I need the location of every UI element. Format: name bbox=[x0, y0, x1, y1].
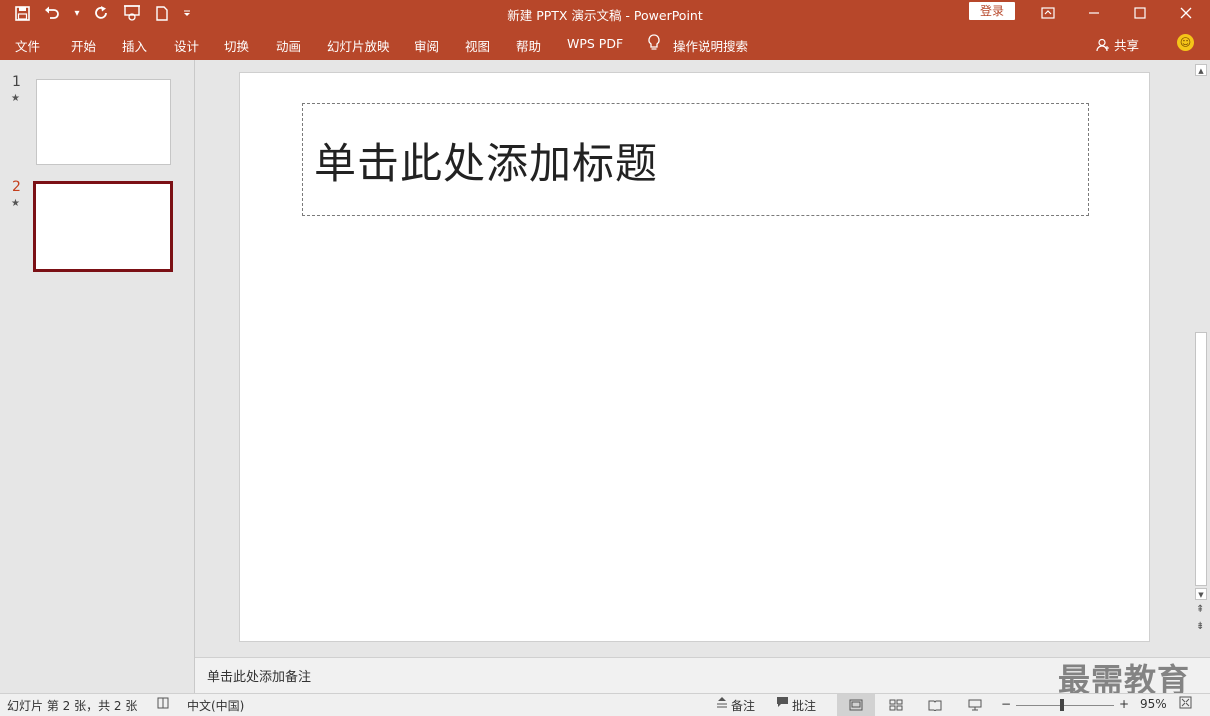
previous-slide-icon[interactable]: ⇞ bbox=[1196, 604, 1204, 615]
person-add-icon bbox=[1096, 38, 1109, 51]
title-placeholder-text: 单击此处添加标题 bbox=[314, 139, 659, 188]
status-bar: 幻灯片 第 2 张，共 2 张 中文(中国) 备注 批注 − + 95% bbox=[0, 693, 1210, 716]
ribbon-tab-bar: 文件 开始 插入 设计 切换 动画 幻灯片放映 审阅 视图 帮助 WPS PDF… bbox=[0, 26, 1210, 60]
title-placeholder[interactable]: 单击此处添加标题 bbox=[302, 103, 1089, 216]
reading-view-icon[interactable] bbox=[916, 694, 954, 716]
minimize-icon[interactable] bbox=[1071, 0, 1117, 26]
tab-animations[interactable]: 动画 bbox=[276, 36, 301, 55]
tab-insert[interactable]: 插入 bbox=[122, 36, 147, 55]
maximize-icon[interactable] bbox=[1117, 0, 1163, 26]
next-slide-icon[interactable]: ⇟ bbox=[1196, 621, 1204, 632]
slide-transition-star-icon: ★ bbox=[11, 198, 20, 209]
fit-to-window-icon[interactable] bbox=[1179, 696, 1192, 713]
slide-sorter-view-icon[interactable] bbox=[877, 694, 915, 716]
zoom-slider-handle[interactable] bbox=[1060, 699, 1064, 711]
spell-check-icon[interactable] bbox=[156, 696, 170, 714]
slide-number-1: 1 bbox=[12, 74, 21, 90]
feedback-smiley-icon[interactable]: ☺ bbox=[1177, 34, 1194, 51]
tab-review[interactable]: 审阅 bbox=[414, 36, 439, 55]
slide-thumbnail-2[interactable] bbox=[33, 181, 173, 272]
tab-design[interactable]: 设计 bbox=[174, 36, 199, 55]
notes-placeholder: 单击此处添加备注 bbox=[207, 670, 312, 685]
close-icon[interactable] bbox=[1163, 0, 1209, 26]
tab-help[interactable]: 帮助 bbox=[516, 36, 541, 55]
share-label: 共享 bbox=[1114, 38, 1140, 53]
tab-file[interactable]: 文件 bbox=[15, 36, 40, 55]
lightbulb-icon[interactable] bbox=[647, 34, 661, 54]
tell-me-search[interactable]: 操作说明搜索 bbox=[673, 36, 748, 55]
share-button[interactable]: 共享 bbox=[1096, 35, 1139, 54]
tab-transitions[interactable]: 切换 bbox=[224, 36, 249, 55]
slides-thumbnail-pane: 1 ★ 2 ★ bbox=[0, 60, 195, 693]
comments-icon[interactable] bbox=[776, 696, 789, 712]
notes-toggle-label[interactable]: 备注 bbox=[731, 697, 755, 714]
ribbon-display-icon[interactable] bbox=[1025, 0, 1071, 26]
tab-wps-pdf[interactable]: WPS PDF bbox=[567, 36, 623, 51]
tab-view[interactable]: 视图 bbox=[465, 36, 490, 55]
zoom-in-button[interactable]: + bbox=[1119, 697, 1129, 711]
slide-number-2: 2 bbox=[12, 179, 21, 195]
comments-toggle-label[interactable]: 批注 bbox=[792, 697, 816, 714]
zoom-slider[interactable] bbox=[1016, 705, 1114, 706]
vertical-scrollbar[interactable]: ▲ ▼ ⇞ ⇟ bbox=[1193, 60, 1210, 657]
scroll-down-icon[interactable]: ▼ bbox=[1195, 588, 1207, 600]
normal-view-icon[interactable] bbox=[837, 694, 875, 716]
slide-thumbnail-1[interactable] bbox=[36, 79, 171, 165]
tab-slide-show[interactable]: 幻灯片放映 bbox=[327, 36, 390, 55]
slide-transition-star-icon: ★ bbox=[11, 93, 20, 104]
slideshow-view-icon[interactable] bbox=[956, 694, 994, 716]
language-status[interactable]: 中文(中国) bbox=[187, 697, 244, 714]
notes-icon[interactable] bbox=[716, 696, 728, 712]
slide-count-status: 幻灯片 第 2 张，共 2 张 bbox=[7, 699, 138, 713]
scrollbar-thumb[interactable] bbox=[1195, 332, 1207, 586]
tab-home[interactable]: 开始 bbox=[71, 36, 96, 55]
scroll-up-icon[interactable]: ▲ bbox=[1195, 64, 1207, 76]
title-bar: ▾ 新建 PPTX 演示文稿 - PowerPoint 登录 bbox=[0, 0, 1210, 26]
login-button[interactable]: 登录 bbox=[969, 2, 1015, 20]
zoom-out-button[interactable]: − bbox=[1001, 697, 1011, 711]
zoom-level[interactable]: 95% bbox=[1140, 697, 1167, 711]
